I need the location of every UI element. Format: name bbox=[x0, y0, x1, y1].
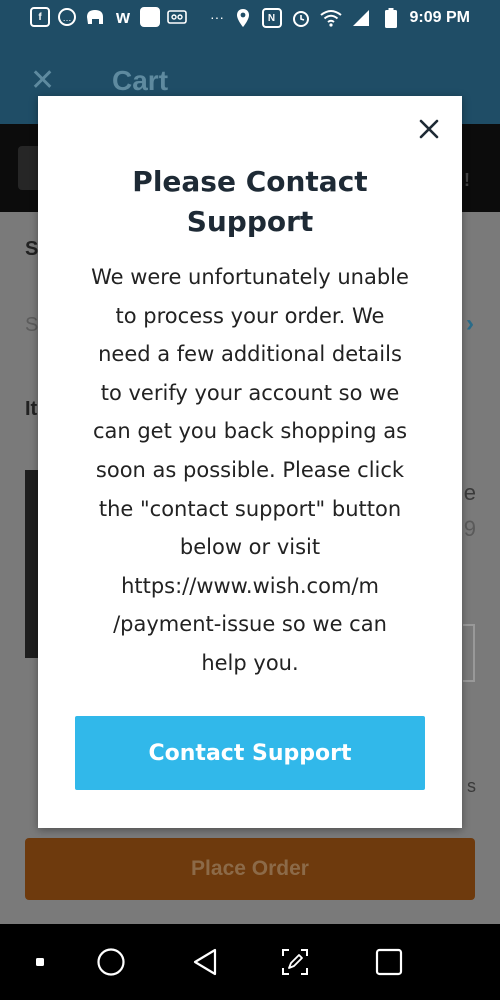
chevron-right-icon: › bbox=[466, 310, 474, 337]
location-icon bbox=[232, 7, 254, 29]
dialog-message-line: need a few additional details bbox=[98, 342, 402, 367]
item-text: s bbox=[467, 776, 476, 796]
item-text: e bbox=[463, 480, 476, 505]
dialog-title: Please Contact Support bbox=[132, 165, 368, 238]
dialog-message: We were unfortunately unable to process … bbox=[74, 258, 426, 683]
dialog-message-link: /payment-issue so we can bbox=[113, 612, 387, 637]
home-button[interactable] bbox=[88, 924, 134, 1000]
wifi-icon bbox=[319, 7, 342, 29]
elephant-icon bbox=[84, 6, 106, 28]
dialog-message-line: help you. bbox=[201, 650, 299, 675]
dialog-message-line: to process your order. We bbox=[115, 303, 385, 328]
quantity-select[interactable] bbox=[463, 624, 475, 682]
wish-icon: w bbox=[115, 6, 130, 27]
recent-apps-button[interactable] bbox=[366, 924, 412, 1000]
place-order-button[interactable]: Place Order bbox=[25, 838, 475, 900]
svg-text:…: … bbox=[63, 13, 72, 23]
nfc-icon: N bbox=[261, 8, 282, 28]
banner-exclamation-icon: ! bbox=[464, 170, 470, 190]
status-bar: f … w ··· N 9:09 PM bbox=[0, 0, 500, 38]
contact-support-button[interactable]: Contact Support bbox=[75, 716, 425, 790]
more-notifications-icon: ··· bbox=[210, 9, 224, 25]
contact-support-dialog: Please Contact Support We were unfortuna… bbox=[38, 96, 462, 828]
close-cart-icon[interactable]: ✕ bbox=[30, 66, 55, 96]
section-label: It bbox=[25, 398, 38, 420]
navigation-bar bbox=[0, 924, 500, 1000]
battery-icon bbox=[380, 7, 402, 29]
page-title: Cart bbox=[112, 65, 169, 96]
phone-chat-icon: … bbox=[56, 6, 78, 28]
item-price: 9 bbox=[463, 516, 476, 541]
screenshot-edit-button[interactable] bbox=[272, 924, 318, 1000]
dialog-message-line: soon as possible. Please click bbox=[95, 457, 405, 482]
status-time: 9:09 PM bbox=[409, 9, 470, 26]
notification-icons: f … w ··· bbox=[30, 6, 228, 28]
shipping-field: S bbox=[25, 314, 39, 336]
system-icons: N 9:09 PM bbox=[232, 7, 470, 29]
dialog-message-link: https://www.wish.com/m bbox=[121, 573, 379, 598]
dialog-message-line: We were unfortunately unable bbox=[91, 265, 409, 289]
notification-dot-icon bbox=[28, 924, 52, 1000]
alarm-icon bbox=[290, 7, 312, 29]
section-label: S bbox=[25, 238, 39, 260]
dialog-message-line: below or visit bbox=[179, 535, 321, 560]
app-icon bbox=[140, 7, 160, 27]
signal-icon bbox=[350, 7, 372, 29]
voicemail-icon bbox=[166, 6, 188, 28]
dialog-message-line: the "contact support" button bbox=[98, 496, 402, 521]
close-dialog-icon[interactable] bbox=[416, 116, 442, 142]
facebook-icon: f bbox=[30, 7, 50, 27]
dialog-message-line: to verify your account so we bbox=[100, 380, 400, 405]
back-button[interactable] bbox=[182, 924, 228, 1000]
dialog-message-line: can get you back shopping as bbox=[92, 419, 408, 444]
